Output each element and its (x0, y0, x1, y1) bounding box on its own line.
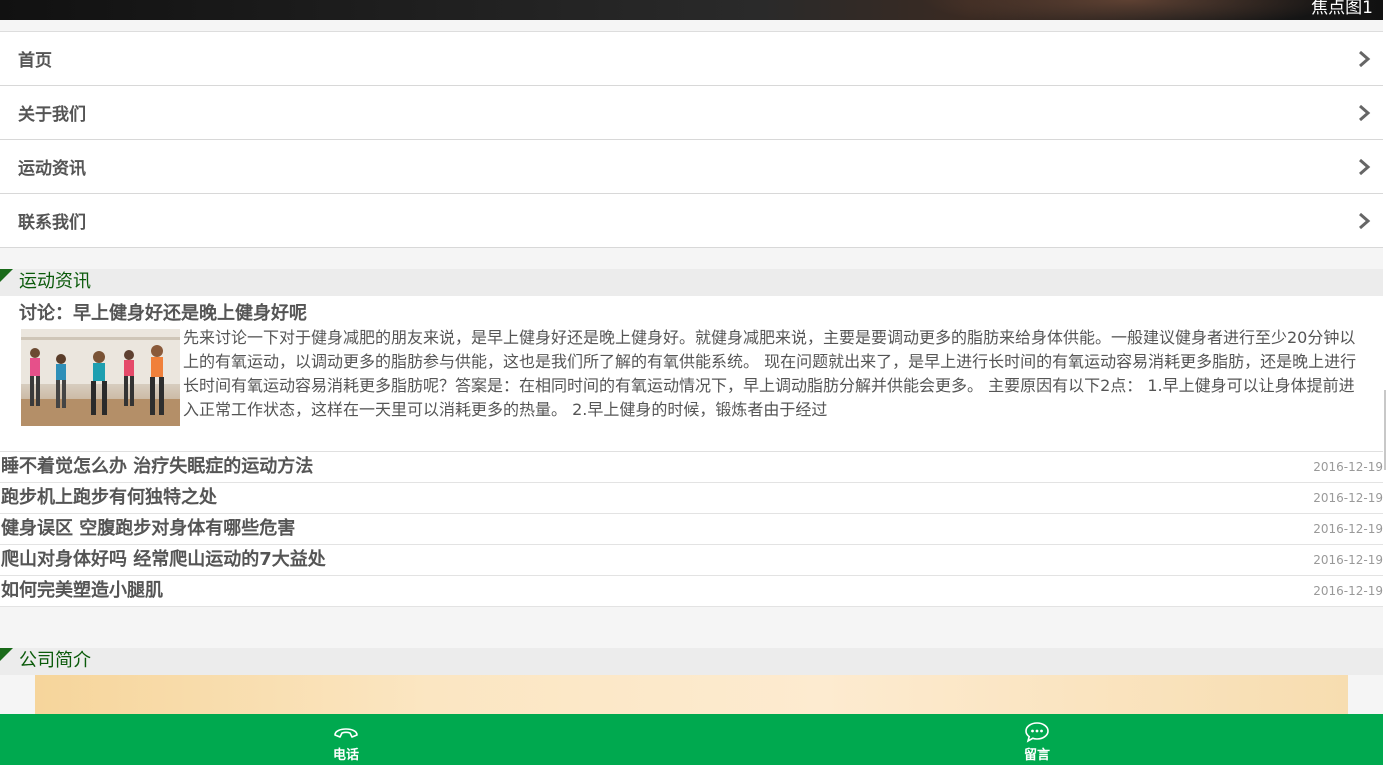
news-list-item[interactable]: 如何完美塑造小腿肌 2016-12-19 (0, 576, 1383, 607)
fitness-class-photo (21, 329, 180, 426)
news-list-item[interactable]: 健身误区 空腹跑步对身体有哪些危害 2016-12-19 (0, 514, 1383, 545)
news-list-item[interactable]: 跑步机上跑步有何独特之处 2016-12-19 (0, 483, 1383, 514)
message-button[interactable]: 留言 (997, 714, 1077, 765)
section-title[interactable]: 运动资讯 (19, 270, 91, 294)
news-date: 2016-12-19 (1313, 491, 1383, 505)
chat-bubble-icon (1025, 722, 1049, 743)
corner-triangle-icon (0, 269, 13, 282)
main-nav: 首页 关于我们 运动资讯 联系我们 (0, 31, 1383, 248)
bottom-action-bar: 电话 留言 (0, 714, 1386, 765)
news-date: 2016-12-19 (1313, 460, 1383, 474)
chevron-right-icon (1359, 212, 1371, 229)
nav-item-contact[interactable]: 联系我们 (0, 194, 1383, 248)
nav-item-label: 运动资讯 (18, 159, 86, 179)
nav-item-news[interactable]: 运动资讯 (0, 140, 1383, 194)
news-list-item[interactable]: 爬山对身体好吗 经常爬山运动的7大益处 2016-12-19 (0, 545, 1383, 576)
news-title: 跑步机上跑步有何独特之处 (1, 487, 217, 508)
news-title: 爬山对身体好吗 经常爬山运动的7大益处 (1, 549, 326, 570)
nav-item-label: 首页 (18, 51, 52, 71)
news-date: 2016-12-19 (1313, 522, 1383, 536)
nav-item-home[interactable]: 首页 (0, 32, 1383, 86)
chevron-right-icon (1359, 158, 1371, 175)
chevron-right-icon (1359, 50, 1371, 67)
phone-button[interactable]: 电话 (306, 714, 386, 765)
message-label: 留言 (1023, 748, 1050, 763)
news-date: 2016-12-19 (1313, 553, 1383, 567)
nav-item-label: 关于我们 (18, 105, 86, 125)
phone-icon (334, 728, 358, 738)
news-list: 睡不着觉怎么办 治疗失眠症的运动方法 2016-12-19 跑步机上跑步有何独特… (0, 451, 1383, 607)
featured-article-image[interactable] (21, 329, 180, 426)
featured-article-title[interactable]: 讨论：早上健身好还是晚上健身好呢 (19, 299, 307, 325)
banner-image (920, 0, 1340, 20)
section-title[interactable]: 公司简介 (19, 649, 91, 673)
chevron-right-icon (1359, 104, 1371, 121)
phone-label: 电话 (332, 748, 359, 763)
news-date: 2016-12-19 (1313, 584, 1383, 598)
banner-caption: 焦点图1 (1311, 0, 1373, 18)
featured-article-excerpt: 先来讨论一下对于健身减肥的朋友来说，是早上健身好还是晚上健身好。就健身减肥来说，… (183, 328, 1357, 419)
news-title: 健身误区 空腹跑步对身体有哪些危害 (1, 518, 296, 539)
corner-triangle-icon (0, 648, 13, 661)
company-section-header: 公司简介 (0, 648, 1383, 675)
focus-banner[interactable]: 焦点图1 (0, 0, 1383, 20)
news-title: 如何完美塑造小腿肌 (1, 580, 163, 601)
news-list-item[interactable]: 睡不着觉怎么办 治疗失眠症的运动方法 2016-12-19 (0, 452, 1383, 483)
news-title: 睡不着觉怎么办 治疗失眠症的运动方法 (1, 456, 314, 477)
nav-item-label: 联系我们 (18, 213, 86, 233)
featured-article: 讨论：早上健身好还是晚上健身好呢 先来讨论一下对于健身减肥的朋友来说，是早上健身… (0, 296, 1383, 451)
nav-item-about[interactable]: 关于我们 (0, 86, 1383, 140)
company-intro-image (35, 675, 1348, 715)
news-section-header: 运动资讯 (0, 269, 1383, 296)
